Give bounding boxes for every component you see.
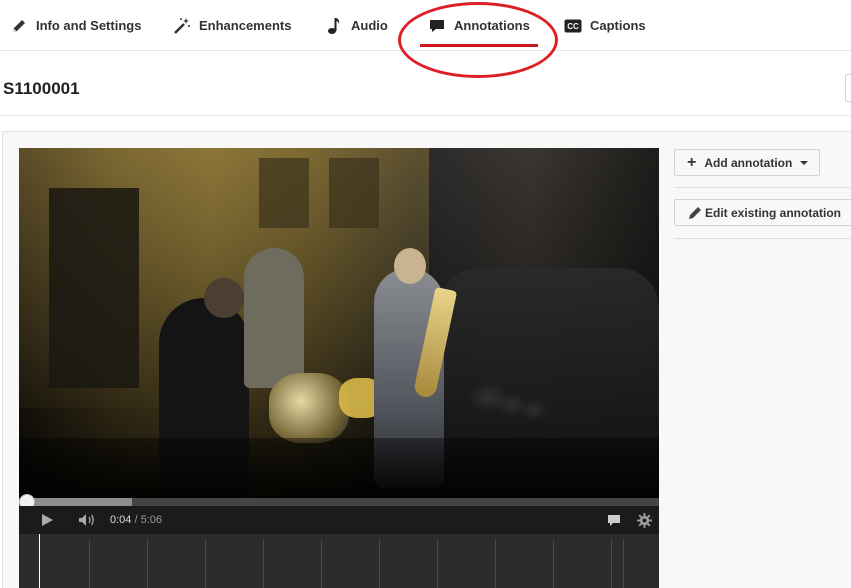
svg-text:CC: CC bbox=[567, 22, 579, 31]
divider bbox=[674, 187, 851, 188]
video-frame[interactable] bbox=[19, 148, 659, 498]
pencil-icon bbox=[687, 205, 703, 221]
play-icon bbox=[42, 514, 53, 526]
timeline-tick bbox=[553, 540, 554, 588]
annotations-toggle-button[interactable] bbox=[605, 506, 623, 534]
video-window bbox=[259, 158, 309, 228]
video-ground bbox=[19, 438, 659, 498]
speaker-icon bbox=[79, 514, 94, 526]
buffered-bar bbox=[19, 498, 133, 506]
gear-icon bbox=[636, 512, 652, 528]
current-time: 0:04 bbox=[110, 514, 132, 526]
tab-bar: Info and Settings Enhancements Audio Ann… bbox=[0, 0, 851, 51]
video-guitarist bbox=[244, 248, 304, 388]
timeline-tick bbox=[623, 540, 624, 588]
timeline-tick bbox=[321, 540, 322, 588]
time-display: 0:04 / 5:06 bbox=[110, 506, 162, 534]
speech-bubble-icon bbox=[428, 17, 446, 35]
cc-icon: CC bbox=[564, 17, 582, 35]
tab-annotations[interactable]: Annotations bbox=[420, 0, 538, 51]
tab-enhancements[interactable]: Enhancements bbox=[173, 0, 291, 51]
video-title: S1100001 bbox=[3, 79, 80, 98]
music-note-icon bbox=[325, 17, 343, 35]
tab-label: Audio bbox=[351, 18, 388, 33]
tab-label: Enhancements bbox=[199, 18, 292, 33]
chevron-down-icon bbox=[800, 160, 809, 165]
edit-annotation-label: Edit existing annotation bbox=[705, 205, 842, 220]
tab-label: Captions bbox=[590, 18, 646, 33]
add-annotation-button[interactable]: + Add annotation bbox=[674, 149, 820, 176]
tab-label: Info and Settings bbox=[36, 18, 142, 33]
timeline-tick bbox=[379, 540, 380, 588]
pencil-icon bbox=[10, 17, 28, 35]
video-saxophonist-head bbox=[394, 248, 426, 284]
settings-button[interactable] bbox=[635, 506, 653, 534]
annotation-timeline[interactable] bbox=[19, 534, 659, 588]
tab-label: Annotations bbox=[454, 18, 530, 33]
timeline-tick bbox=[495, 540, 496, 588]
speech-bubble-icon bbox=[608, 514, 620, 526]
timeline-tick bbox=[147, 540, 148, 588]
tab-captions[interactable]: CC Captions bbox=[564, 0, 646, 51]
timeline-tick bbox=[437, 540, 438, 588]
video-drummer-head bbox=[204, 278, 244, 318]
video-drums bbox=[269, 373, 349, 443]
timeline-tick bbox=[611, 540, 612, 588]
volume-button[interactable] bbox=[77, 506, 99, 534]
video-gate bbox=[49, 188, 139, 388]
plus-icon: + bbox=[687, 153, 697, 171]
divider bbox=[674, 238, 851, 239]
timeline-tick bbox=[205, 540, 206, 588]
edit-annotation-button[interactable]: Edit existing annotation bbox=[674, 199, 851, 226]
tab-audio[interactable]: Audio bbox=[325, 0, 388, 51]
add-annotation-label: Add annotation bbox=[704, 155, 793, 170]
tab-info-and-settings[interactable]: Info and Settings bbox=[10, 0, 141, 51]
player-controls: 0:04 / 5:06 bbox=[19, 506, 659, 534]
duration: 5:06 bbox=[140, 514, 163, 526]
timeline-tick bbox=[89, 540, 90, 588]
progress-bar[interactable] bbox=[19, 494, 659, 510]
divider bbox=[0, 115, 851, 116]
video-window bbox=[329, 158, 379, 228]
time-separator: / bbox=[134, 514, 138, 526]
timeline-playhead[interactable] bbox=[39, 534, 40, 588]
timeline-tick bbox=[263, 540, 264, 588]
play-button[interactable] bbox=[37, 506, 57, 534]
top-right-button[interactable] bbox=[845, 74, 851, 102]
magic-wand-icon bbox=[173, 17, 191, 35]
active-tab-underline bbox=[420, 44, 538, 47]
